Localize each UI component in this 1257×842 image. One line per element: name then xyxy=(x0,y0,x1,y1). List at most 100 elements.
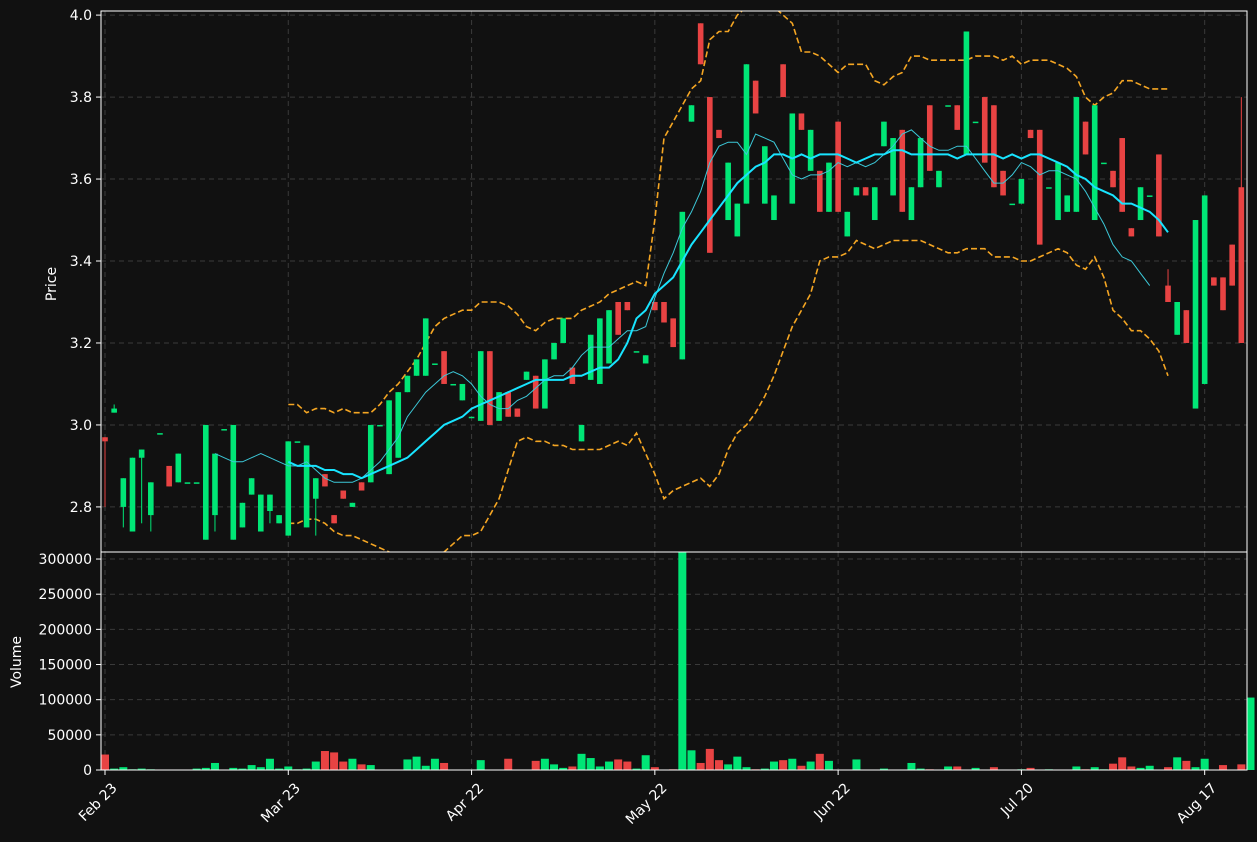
volume-bar xyxy=(440,762,449,770)
volume-bar xyxy=(577,753,586,770)
candle-up xyxy=(881,121,887,147)
candle-up xyxy=(1146,195,1153,197)
candle-up xyxy=(386,400,392,475)
candle-down xyxy=(331,515,337,524)
candle-down xyxy=(798,113,805,130)
volume-bar xyxy=(797,765,806,770)
candle-up xyxy=(349,502,356,507)
volume-bar xyxy=(623,761,632,770)
candle-up xyxy=(762,146,768,204)
volume-axis-label: Volume xyxy=(9,636,25,688)
candle-up xyxy=(157,433,163,435)
candle-down xyxy=(1229,244,1235,286)
candle-up xyxy=(203,424,209,540)
price-axis-label: Price xyxy=(44,267,60,301)
candle-up xyxy=(972,121,979,124)
candle-up xyxy=(1137,187,1144,221)
volume-bar xyxy=(806,761,815,770)
candle-up xyxy=(578,424,585,442)
candle-up xyxy=(111,408,117,413)
candle-up xyxy=(1174,301,1180,335)
candle-up xyxy=(542,359,548,409)
candle-up xyxy=(606,310,612,364)
candle-up xyxy=(936,170,942,188)
candle-up xyxy=(1046,187,1052,189)
candle-up xyxy=(184,482,191,484)
volume-bar xyxy=(769,761,778,770)
volume-bar xyxy=(339,761,348,770)
candle-down xyxy=(862,187,869,196)
price-tick-label: 4.0 xyxy=(70,8,92,24)
candle-up xyxy=(212,453,218,516)
candle-up xyxy=(1091,105,1098,221)
candle-down xyxy=(926,105,933,171)
candle-up xyxy=(120,478,127,507)
candle-down xyxy=(340,490,347,499)
candle-up xyxy=(450,383,457,386)
volume-bar xyxy=(330,752,339,770)
candle-down xyxy=(707,97,713,253)
volume-bar xyxy=(348,758,357,770)
volume-bar xyxy=(210,762,219,770)
volume-bar xyxy=(357,764,366,770)
candle-up xyxy=(377,424,383,427)
candle-down xyxy=(1183,310,1190,343)
candle-up xyxy=(1064,195,1071,212)
candle-up xyxy=(826,162,832,212)
candle-down xyxy=(1238,187,1245,343)
candle-up xyxy=(148,482,154,516)
candle-up xyxy=(129,457,136,532)
candle-down xyxy=(441,351,447,384)
candle-down xyxy=(1082,121,1089,155)
volume-bar xyxy=(568,766,577,770)
volume-tick-label: 0 xyxy=(83,763,92,779)
volume-bar xyxy=(1109,763,1118,770)
volume-bar xyxy=(311,761,320,770)
candle-up xyxy=(642,355,649,364)
candle-up xyxy=(807,129,814,171)
candle-down xyxy=(514,408,521,417)
volume-bar xyxy=(320,751,329,770)
volume-bar xyxy=(1246,697,1255,770)
volume-bar xyxy=(1145,765,1154,770)
candle-up xyxy=(230,424,237,540)
volume-bar xyxy=(412,756,421,770)
candle-down xyxy=(102,437,108,442)
candle-down xyxy=(716,129,722,139)
candle-up xyxy=(1192,220,1199,409)
candle-up xyxy=(294,441,301,443)
stock-chart: 2.8 3.0 3.2 3.4 3.6 3.8 4.0 0 50000 100000 150000… xyxy=(0,0,1257,842)
volume-bar xyxy=(550,764,559,770)
candle-up xyxy=(413,359,420,376)
chart-background xyxy=(0,0,1257,842)
volume-bar xyxy=(421,765,430,770)
volume-tick-label: 300000 xyxy=(39,552,92,568)
candle-up xyxy=(303,445,310,528)
volume-bar xyxy=(733,756,742,770)
candle-down xyxy=(661,301,667,323)
volume-bar xyxy=(1200,758,1209,770)
volume-bar xyxy=(366,765,375,770)
candle-up xyxy=(175,453,182,483)
candle-up xyxy=(1101,162,1107,165)
volume-bar xyxy=(815,753,824,770)
candle-down xyxy=(816,170,823,212)
volume-bar xyxy=(824,760,833,770)
candle-up xyxy=(844,211,851,237)
candle-up xyxy=(267,494,273,512)
candle-up xyxy=(395,392,402,458)
candle-up xyxy=(853,187,860,196)
candle-up xyxy=(743,64,750,204)
volume-bar xyxy=(101,754,109,770)
candle-down xyxy=(615,301,621,335)
candle-up xyxy=(917,138,924,188)
candle-up xyxy=(1009,203,1016,206)
price-tick-label: 3.2 xyxy=(70,336,92,352)
candle-down xyxy=(1165,285,1171,302)
volume-bar xyxy=(1237,764,1246,770)
volume-tick-label: 150000 xyxy=(39,658,92,674)
candle-up xyxy=(771,195,777,221)
candle-up xyxy=(1201,195,1208,384)
candle-up xyxy=(560,318,566,343)
volume-bar xyxy=(779,760,788,770)
